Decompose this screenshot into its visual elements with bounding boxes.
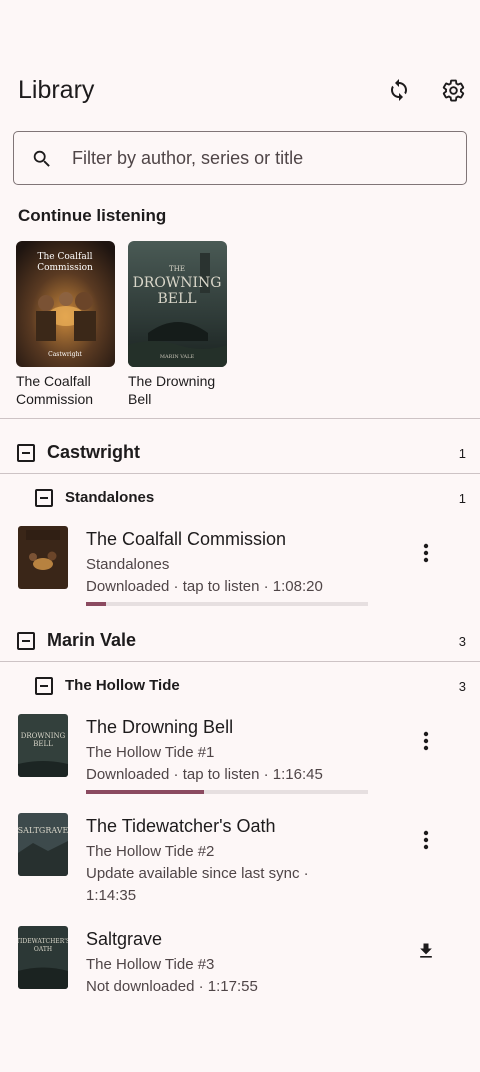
series-row-hollow-tide[interactable]: The Hollow Tide 3 <box>0 666 480 706</box>
book-cover: TIDEWATCHER'S OATH <box>18 926 68 989</box>
collapse-checkbox[interactable] <box>17 444 35 462</box>
series-name: Standalones <box>65 489 155 506</box>
book-series: The Hollow Tide #1 <box>86 744 215 761</box>
collapse-checkbox[interactable] <box>35 489 53 507</box>
series-count: 1 <box>458 491 466 506</box>
progress-fill <box>86 602 106 606</box>
svg-text:Castwright: Castwright <box>48 351 82 358</box>
series-count: 3 <box>458 679 466 694</box>
divider <box>0 473 480 474</box>
page-title: Library <box>18 76 95 104</box>
book-title: The Coalfall Commission <box>86 529 287 549</box>
book-status: Not downloaded · 1:17:55 <box>86 978 258 995</box>
series-name: The Hollow Tide <box>65 677 180 694</box>
continue-item-label: The Drowning Bell <box>128 373 216 407</box>
sync-icon <box>391 79 407 101</box>
book-status: Downloaded · tap to listen · 1:08:20 <box>86 578 323 595</box>
book-cover: DROWNING BELL <box>18 714 68 777</box>
settings-button[interactable] <box>439 76 467 104</box>
cover-image: DROWNING BELL THE MARIN VALE <box>128 241 227 367</box>
more-icon <box>423 731 429 751</box>
progress-fill <box>86 790 205 794</box>
continue-item-drowning-bell[interactable]: DROWNING BELL THE MARIN VALE The Drownin… <box>128 241 228 408</box>
app-header: Library <box>0 62 480 118</box>
search-field[interactable] <box>13 131 467 185</box>
author-row-castwright[interactable]: Castwright 1 <box>0 432 480 472</box>
continue-item-coalfall[interactable]: The Coalfall Commission Castwright The C… <box>16 241 116 408</box>
more-icon <box>423 543 429 563</box>
divider <box>0 418 480 419</box>
download-icon <box>420 943 432 958</box>
continue-listening-title: Continue listening <box>18 206 167 225</box>
author-name: Castwright <box>47 442 141 462</box>
book-cover <box>18 526 68 589</box>
book-status: Update available since last sync · 1:14:… <box>86 865 309 904</box>
more-options-button[interactable] <box>414 729 438 753</box>
svg-text:DROWNING: DROWNING <box>21 732 66 740</box>
book-title: The Drowning Bell <box>86 717 234 737</box>
svg-text:SALTGRAVE: SALTGRAVE <box>18 826 68 835</box>
author-count: 1 <box>458 446 466 461</box>
book-row[interactable]: TIDEWATCHER'S OATH Saltgrave The Hollow … <box>0 925 480 1005</box>
download-button[interactable] <box>414 939 438 963</box>
book-row[interactable]: SALTGRAVE The Tidewatcher's Oath The Hol… <box>0 812 480 912</box>
svg-text:DROWNING: DROWNING <box>133 275 222 291</box>
author-count: 3 <box>458 634 466 649</box>
svg-text:Commission: Commission <box>37 263 93 273</box>
continue-item-label: The Coalfall Commission <box>16 373 94 407</box>
svg-text:MARIN VALE: MARIN VALE <box>160 354 195 360</box>
book-row[interactable]: The Coalfall Commission Standalones Down… <box>0 525 480 615</box>
collapse-checkbox[interactable] <box>35 677 53 695</box>
book-cover: SALTGRAVE <box>18 813 68 876</box>
cover-image: The Coalfall Commission Castwright <box>16 241 115 367</box>
search-input[interactable] <box>72 142 452 174</box>
book-title: Saltgrave <box>86 929 163 949</box>
book-title: The Tidewatcher's Oath <box>86 816 276 836</box>
divider <box>0 661 480 662</box>
cover-title-text: The Coalfall <box>38 252 93 262</box>
sync-button[interactable] <box>385 76 413 104</box>
search-icon <box>33 150 50 167</box>
more-options-button[interactable] <box>414 541 438 565</box>
book-series: The Hollow Tide #3 <box>86 956 215 973</box>
book-series: The Hollow Tide #2 <box>86 843 215 860</box>
svg-text:BELL: BELL <box>157 291 196 307</box>
svg-text:TIDEWATCHER'S: TIDEWATCHER'S <box>18 938 68 945</box>
author-name: Marin Vale <box>47 630 137 650</box>
book-status: Downloaded · tap to listen · 1:16:45 <box>86 766 323 783</box>
book-row[interactable]: DROWNING BELL The Drowning Bell The Holl… <box>0 713 480 803</box>
book-series: Standalones <box>86 556 170 573</box>
gear-icon <box>442 79 464 101</box>
series-row-standalones[interactable]: Standalones 1 <box>0 478 480 518</box>
svg-text:OATH: OATH <box>34 946 52 953</box>
more-icon <box>423 830 429 850</box>
more-options-button[interactable] <box>414 828 438 852</box>
author-row-marin-vale[interactable]: Marin Vale 3 <box>0 620 480 660</box>
svg-text:THE: THE <box>169 265 185 273</box>
progress-bar <box>86 602 368 606</box>
collapse-checkbox[interactable] <box>17 632 35 650</box>
svg-text:BELL: BELL <box>33 740 53 748</box>
progress-bar <box>86 790 368 794</box>
